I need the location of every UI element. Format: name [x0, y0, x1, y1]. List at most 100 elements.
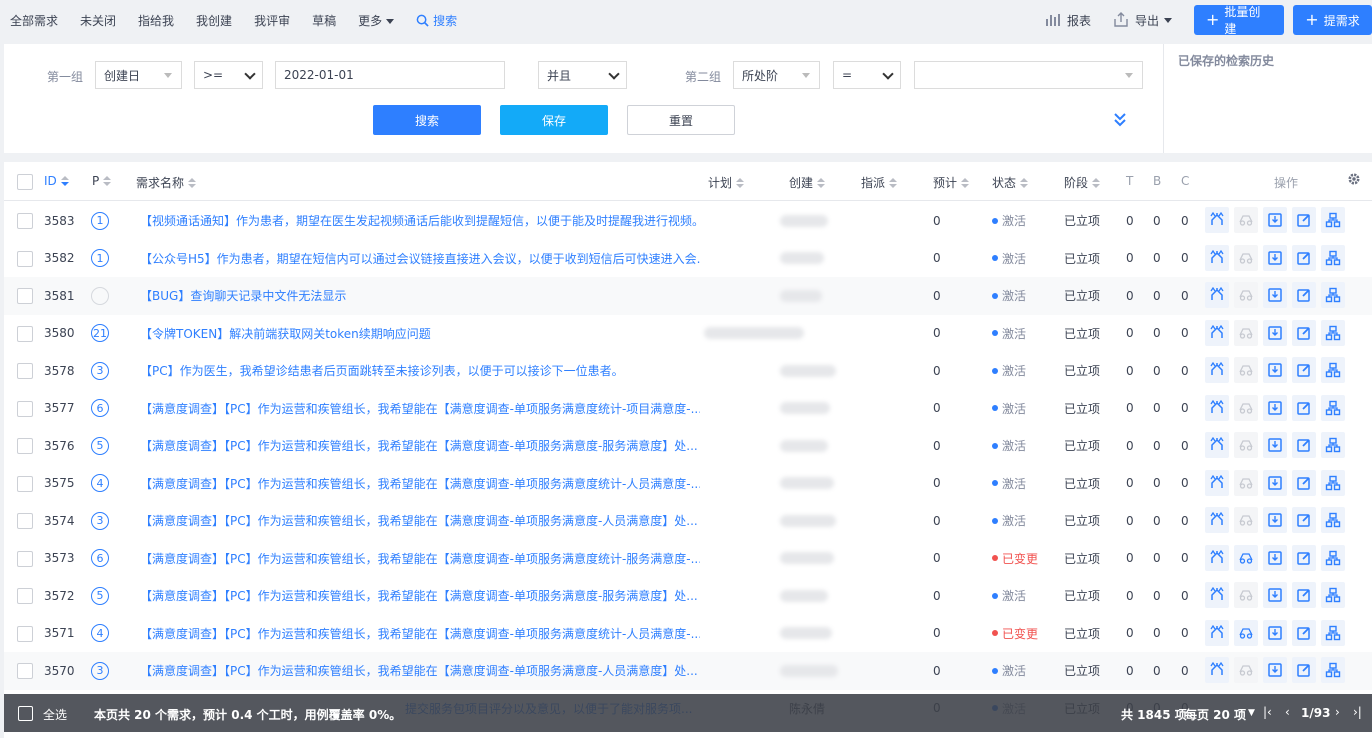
change-button[interactable] [1263, 282, 1287, 308]
per-page-select[interactable]: 每页 20 项 [1185, 706, 1246, 723]
requirement-name-link[interactable]: 【满意度调查】【PC】作为运营和疾管组长，我希望能在【满意度调查-单项服务满意度… [140, 577, 698, 615]
breakdown-button[interactable] [1321, 319, 1345, 346]
column-header-name[interactable]: 需求名称 [136, 174, 197, 191]
first-page-icon[interactable]: |‹ [1263, 705, 1272, 719]
export-button[interactable]: 导出 [1113, 12, 1172, 29]
next-page-icon[interactable]: › [1335, 705, 1340, 719]
table-row[interactable]: 3573 6 【满意度调查】【PC】作为运营和疾管组长，我希望能在【满意度调查-单项… [4, 540, 1372, 578]
split-button[interactable] [1205, 394, 1229, 421]
breakdown-button[interactable] [1321, 469, 1345, 496]
edit-button[interactable] [1292, 244, 1316, 271]
review-button[interactable] [1234, 207, 1258, 233]
group1-operator-select[interactable]: >= [194, 61, 263, 89]
row-checkbox[interactable] [17, 625, 33, 642]
row-checkbox[interactable] [17, 288, 33, 304]
change-button[interactable] [1263, 394, 1287, 421]
breakdown-button[interactable] [1321, 432, 1345, 458]
breakdown-button[interactable] [1321, 507, 1345, 533]
row-checkbox[interactable] [17, 475, 33, 492]
row-checkbox[interactable] [17, 588, 33, 604]
row-checkbox[interactable] [17, 550, 33, 567]
table-row[interactable]: 3574 3 【满意度调查】【PC】作为运营和疾管组长，我希望能在【满意度调查-单项… [4, 502, 1372, 540]
requirement-name-link[interactable]: 【令牌TOKEN】解决前端获取网关token续期响应问题 [140, 315, 431, 353]
row-checkbox[interactable] [17, 213, 33, 229]
breakdown-button[interactable] [1321, 544, 1345, 571]
edit-button[interactable] [1292, 357, 1316, 383]
split-button[interactable] [1205, 469, 1229, 496]
edit-button[interactable] [1292, 319, 1316, 346]
row-checkbox[interactable] [17, 663, 33, 679]
breakdown-button[interactable] [1321, 207, 1345, 233]
breakdown-button[interactable] [1321, 357, 1345, 383]
change-button[interactable] [1263, 319, 1287, 346]
review-button[interactable] [1234, 282, 1258, 308]
tab-created-by-me[interactable]: 我创建 [196, 12, 232, 29]
edit-button[interactable] [1292, 394, 1316, 421]
group1-field-select[interactable]: 创建日 [95, 61, 182, 89]
column-header-stage[interactable]: 阶段 [1064, 174, 1101, 191]
split-button[interactable] [1205, 507, 1229, 533]
review-button[interactable] [1234, 657, 1258, 683]
requirement-name-link[interactable]: 【视频通话通知】作为患者，期望在医生发起视频通话后能收到提醒短信，以便于能及时提… [140, 202, 700, 240]
column-header-estimate[interactable]: 预计 [933, 174, 970, 191]
change-button[interactable] [1263, 544, 1287, 571]
split-button[interactable] [1205, 207, 1229, 233]
table-row[interactable]: 3575 4 【满意度调查】【PC】作为运营和疾管组长，我希望能在【满意度调查-单项… [4, 465, 1372, 503]
create-requirement-button[interactable]: + 提需求 [1293, 5, 1372, 35]
edit-button[interactable] [1292, 207, 1316, 233]
tab-assigned-to-me[interactable]: 指给我 [138, 12, 174, 29]
column-header-status[interactable]: 状态 [992, 174, 1029, 191]
footer-select-all-checkbox[interactable] [18, 706, 33, 721]
tab-all[interactable]: 全部需求 [10, 12, 58, 29]
tab-unclosed[interactable]: 未关闭 [80, 12, 116, 29]
review-button[interactable] [1234, 319, 1258, 346]
change-button[interactable] [1263, 657, 1287, 683]
prev-page-icon[interactable]: ‹ [1285, 705, 1290, 719]
review-button[interactable] [1234, 507, 1258, 533]
change-button[interactable] [1263, 507, 1287, 533]
table-row[interactable]: 3580 21 【令牌TOKEN】解决前端获取网关token续期响应问题 0 激活 已立项… [4, 315, 1372, 353]
split-button[interactable] [1205, 282, 1229, 308]
breakdown-button[interactable] [1321, 282, 1345, 308]
select-all-checkbox[interactable] [17, 174, 33, 190]
table-row[interactable]: 3582 1 【公众号H5】作为患者，期望在短信内可以通过会议链接直接进入会议，以便… [4, 240, 1372, 278]
change-button[interactable] [1263, 469, 1287, 496]
requirement-name-link[interactable]: 【满意度调查】【PC】作为运营和疾管组长，我希望能在【满意度调查-单项服务满意度… [140, 465, 700, 503]
row-checkbox[interactable] [17, 363, 33, 379]
group1-value-input[interactable]: 2022-01-01 [275, 61, 505, 89]
edit-button[interactable] [1292, 657, 1316, 683]
review-button[interactable] [1234, 394, 1258, 421]
split-button[interactable] [1205, 619, 1229, 646]
requirement-name-link[interactable]: 【PC】作为医生，我希望诊结患者后页面跳转至未接诊列表，以便于可以接诊下一位患者… [140, 352, 624, 390]
gear-icon[interactable] [1347, 172, 1361, 186]
table-row[interactable]: 3577 6 【满意度调查】【PC】作为运营和疾管组长，我希望能在【满意度调查-单项… [4, 390, 1372, 428]
table-row[interactable]: 3581 【BUG】查询聊天记录中文件无法显示 0 激活 已立项 0 0 0 [4, 277, 1372, 315]
column-header-id[interactable]: ID [44, 174, 69, 188]
breakdown-button[interactable] [1321, 657, 1345, 683]
split-button[interactable] [1205, 544, 1229, 571]
breakdown-button[interactable] [1321, 394, 1345, 421]
split-button[interactable] [1205, 657, 1229, 683]
review-button[interactable] [1234, 432, 1258, 458]
split-button[interactable] [1205, 432, 1229, 458]
review-button[interactable] [1234, 469, 1258, 496]
requirement-name-link[interactable]: 【满意度调查】【PC】作为运营和疾管组长，我希望能在【满意度调查-单项服务满意度… [140, 615, 700, 653]
edit-button[interactable] [1292, 582, 1316, 608]
split-button[interactable] [1205, 582, 1229, 608]
change-button[interactable] [1263, 207, 1287, 233]
row-checkbox[interactable] [17, 325, 33, 342]
double-chevron-down-icon[interactable] [1112, 111, 1128, 127]
table-row[interactable]: 3572 5 【满意度调查】【PC】作为运营和疾管组长，我希望能在【满意度调查-单项… [4, 577, 1372, 615]
review-button[interactable] [1234, 357, 1258, 383]
group2-value-select[interactable] [914, 61, 1143, 89]
change-button[interactable] [1263, 244, 1287, 271]
split-button[interactable] [1205, 319, 1229, 346]
more-menu[interactable]: 更多 [358, 12, 395, 29]
breakdown-button[interactable] [1321, 582, 1345, 608]
edit-button[interactable] [1292, 432, 1316, 458]
table-row[interactable]: 3571 4 【满意度调查】【PC】作为运营和疾管组长，我希望能在【满意度调查-单项… [4, 615, 1372, 653]
search-button[interactable]: 搜索 [373, 105, 481, 135]
last-page-icon[interactable]: ›| [1353, 705, 1362, 719]
requirement-name-link[interactable]: 【BUG】查询聊天记录中文件无法显示 [140, 277, 346, 315]
save-button[interactable]: 保存 [500, 105, 608, 135]
